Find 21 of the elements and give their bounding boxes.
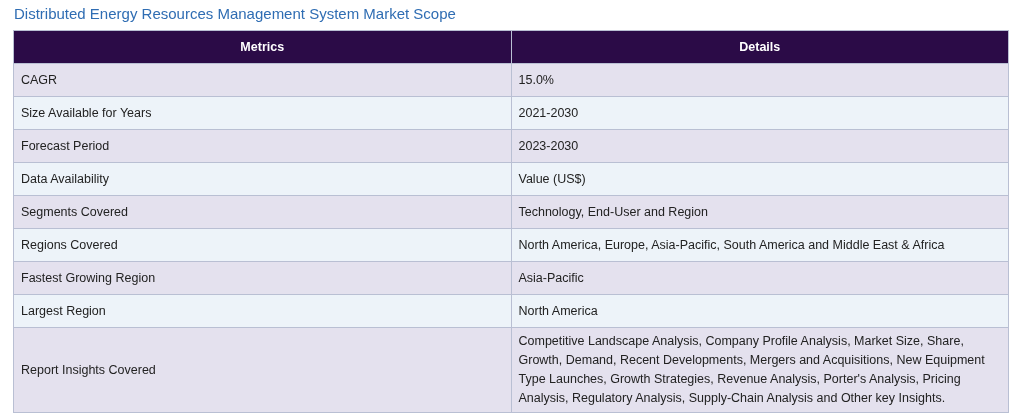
table-cell: North America: [511, 294, 1009, 328]
table-cell: 2023-2030: [511, 129, 1009, 163]
table-cell: Size Available for Years: [13, 96, 511, 130]
table-cell: Technology, End-User and Region: [511, 195, 1009, 229]
table-title: Distributed Energy Resources Management System Market Scope: [14, 4, 457, 24]
table-cell: CAGR: [13, 63, 511, 97]
column-header: Details: [511, 30, 1009, 64]
table-cell: Forecast Period: [13, 129, 511, 163]
table-cell: Report Insights Covered: [13, 327, 511, 413]
table-cell: Value (US$): [511, 162, 1009, 196]
table-cell: Fastest Growing Region: [13, 261, 511, 295]
table-cell: Regions Covered: [13, 228, 511, 262]
column-header: Metrics: [13, 30, 511, 64]
table-cell: Segments Covered: [13, 195, 511, 229]
table-cell: 2021-2030: [511, 96, 1009, 130]
table-cell: Competitive Landscape Analysis, Company Profile Analysis, Market Size, Share, Growth, Demand, Recent Developments, Mergers and Acquisitions, New Equipment Type Launches, Growth Strategies, Revenue Analysis, Porter's Analysis, Pricing Analysis, Regulatory Analysis, Supply-Chain Analysis and Other key Insights.: [511, 327, 1009, 413]
table-cell: North America, Europe, Asia-Pacific, South America and Middle East & Africa: [511, 228, 1009, 262]
table-cell: Largest Region: [13, 294, 511, 328]
table-cell: Asia-Pacific: [511, 261, 1009, 295]
table-cell: 15.0%: [511, 63, 1009, 97]
table-cell: Data Availability: [13, 162, 511, 196]
